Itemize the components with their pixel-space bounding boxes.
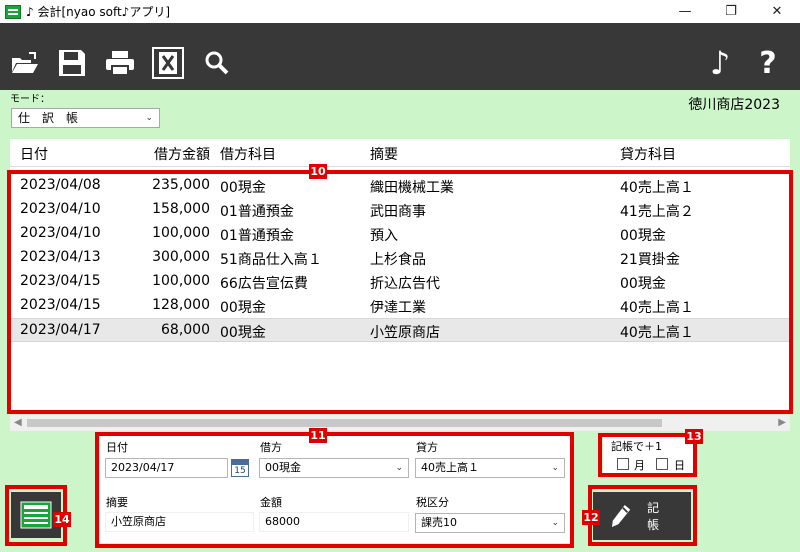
- scrollbar-thumb[interactable]: [27, 419, 662, 427]
- open-folder-icon[interactable]: [10, 47, 40, 79]
- search-icon[interactable]: [203, 47, 231, 79]
- title-bar: ♪ 会計[nyao soft♪アプリ] — ❐ ✕: [0, 0, 800, 23]
- music-note-icon[interactable]: ♪: [706, 44, 734, 82]
- header-amount[interactable]: 借方金額: [115, 144, 210, 164]
- header-memo[interactable]: 摘要: [370, 144, 398, 164]
- scroll-right-icon[interactable]: ▶: [778, 415, 786, 431]
- app-icon: [5, 4, 21, 19]
- horizontal-scrollbar[interactable]: ◀ ▶: [10, 415, 790, 431]
- callout-box-form: [95, 432, 574, 548]
- mode-label: モード：: [10, 94, 50, 105]
- close-button[interactable]: ✕: [754, 0, 800, 23]
- journal-table-header: 日付 借方金額 借方科目 摘要 貸方科目: [10, 139, 790, 167]
- header-date[interactable]: 日付: [20, 144, 48, 164]
- excel-icon[interactable]: [152, 47, 184, 79]
- chevron-down-icon: ⌄: [145, 113, 153, 123]
- scroll-left-icon[interactable]: ◀: [14, 415, 22, 431]
- callout-badge-form: 11: [309, 428, 327, 443]
- header-credit[interactable]: 貸方科目: [620, 144, 676, 164]
- mode-selected-value: 仕 訳 帳: [18, 111, 79, 125]
- callout-box-record: [588, 485, 697, 546]
- callout-badge-plus-one: 13: [685, 429, 703, 444]
- maximize-button[interactable]: ❐: [708, 0, 754, 23]
- help-icon[interactable]: ?: [754, 46, 782, 81]
- callout-box-plus-one: [598, 433, 697, 477]
- callout-box-table: [7, 170, 793, 414]
- print-icon[interactable]: [104, 47, 136, 79]
- callout-badge-record: 12: [582, 510, 600, 525]
- toolbar: ♪ ?: [0, 23, 800, 90]
- mode-select[interactable]: 仕 訳 帳 ⌄: [11, 108, 160, 128]
- callout-badge-calc: 14: [53, 512, 71, 527]
- header-debit[interactable]: 借方科目: [220, 144, 276, 164]
- callout-badge-table: 10: [309, 164, 327, 179]
- shop-name: 徳川商店2023: [688, 97, 780, 113]
- save-icon[interactable]: [57, 47, 87, 79]
- minimize-button[interactable]: —: [662, 0, 708, 23]
- window-title: ♪ 会計[nyao soft♪アプリ]: [26, 5, 171, 19]
